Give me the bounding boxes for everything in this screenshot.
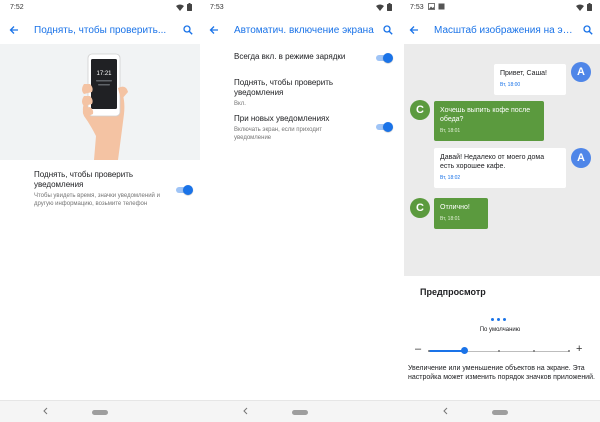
navigation-bar [400,400,600,422]
avatar: A [571,62,591,82]
message-bubble: Отлично! Вт, 18:01 [434,198,488,229]
setting-title: Поднять, чтобы проверить уведомления [234,78,334,97]
setting-subtitle: Включать экран, если приходит уведомлени… [234,127,322,141]
status-bar: 7:53 [400,0,600,16]
display-size-description: Увеличение или уменьшение объектов на эк… [408,365,595,381]
page-indicator [491,318,506,321]
search-icon [383,25,393,35]
back-button[interactable] [200,25,228,35]
preview-heading: Предпросмотр [420,287,486,297]
page-title: Масштаб изображения на экране [434,24,576,36]
message-text: Привет, Саша! [500,70,547,77]
screen-auto-wake: 7:53 Автоматич. включение экрана Всегда … [200,0,400,422]
arrow-left-icon [209,26,218,34]
arrow-left-icon [9,26,18,34]
illustration-clock: 17:21 [96,71,112,77]
page-title: Поднять, чтобы проверить... [34,24,167,36]
lift-to-check-setting[interactable]: Поднять, чтобы проверить уведомления Что… [34,170,164,208]
increase-size-button[interactable]: + [576,343,582,355]
chevron-left-icon[interactable] [42,407,48,415]
slider-tick [498,350,500,352]
battery-icon [387,3,392,11]
wifi-icon [376,4,384,11]
chat-preview: Привет, Саша! Вт, 18:00 A C Хочешь выпит… [404,44,600,276]
message-bubble: Хочешь выпить кофе после обеда? Вт, 18:0… [434,101,544,141]
chevron-left-icon[interactable] [242,407,248,415]
hand-holding-phone-illustration: 17:21 [82,53,128,160]
avatar: C [410,100,430,120]
slider-tick [428,350,430,352]
message-bubble: Привет, Саша! Вт, 18:00 [494,64,566,95]
app-bar: Масштаб изображения на экране [400,16,600,44]
search-button[interactable] [376,25,400,35]
message-meta: Вт, 18:00 [500,82,521,88]
setting-title: Всегда вкл. в режиме зарядки [234,52,346,61]
message-text: Отлично! [440,204,470,211]
search-button[interactable] [576,25,600,35]
back-button[interactable] [400,25,428,35]
app-bar: Поднять, чтобы проверить... [0,16,200,44]
lift-to-check-setting[interactable]: Поднять, чтобы проверить уведомления Вкл… [234,78,374,108]
slider-thumb[interactable] [460,347,468,354]
back-button[interactable] [0,25,28,35]
battery-icon [187,3,192,11]
lift-illustration: 17:21 [0,44,200,160]
home-pill-icon[interactable] [292,410,308,415]
message-text: Хочешь выпить кофе после обеда? [440,107,531,123]
setting-title: При новых уведомлениях [234,114,330,123]
scale-label: По умолчанию [479,327,521,333]
message-meta: Вт, 18:01 [440,128,461,134]
battery-icon [587,3,592,11]
page-title: Автоматич. включение экрана [234,24,374,36]
setting-subtitle: Чтобы увидеть время, значки уведомлений … [34,193,160,207]
setting-subtitle: Вкл. [234,101,246,107]
app-bar: Автоматич. включение экрана [200,16,400,44]
new-notifications-toggle[interactable] [376,122,393,132]
screenshot-notification-icon [438,3,445,10]
navigation-bar [0,400,200,422]
home-pill-icon[interactable] [492,410,508,415]
display-size-slider[interactable] [428,347,570,354]
message-bubble: Давай! Недалеко от моего дома есть хорош… [434,148,566,188]
message-meta: Вт, 18:02 [440,175,461,181]
avatar: A [571,148,591,168]
always-on-charging-setting[interactable]: Всегда вкл. в режиме зарядки [234,52,374,62]
wifi-icon [576,4,584,11]
status-bar: 7:53 [200,0,400,16]
navigation-bar [200,400,400,422]
chevron-left-icon[interactable] [442,407,448,415]
decrease-size-button[interactable]: – [415,343,421,355]
status-time: 7:53 [410,4,424,11]
status-time: 7:53 [210,4,224,11]
slider-tick [568,350,570,352]
image-notification-icon [428,3,435,10]
search-button[interactable] [176,25,200,35]
arrow-left-icon [409,26,418,34]
status-bar: 7:52 [0,0,200,16]
slider-tick [533,350,535,352]
search-icon [583,25,593,35]
setting-title: Поднять, чтобы проверить уведомления [34,170,134,189]
home-pill-icon[interactable] [92,410,108,415]
screen-display-size: 7:53 Масштаб изображения на экране Приве… [400,0,600,422]
screen-lift-to-check: 7:52 Поднять, чтобы проверить... 17:21 П… [0,0,200,422]
wifi-icon [176,4,184,11]
status-time: 7:52 [10,4,24,11]
message-text: Давай! Недалеко от моего дома есть хорош… [440,154,545,170]
lift-to-check-toggle[interactable] [176,185,193,195]
message-meta: Вт, 18:01 [440,216,461,222]
avatar: C [410,198,430,218]
new-notifications-setting[interactable]: При новых уведомлениях Включать экран, е… [234,114,374,142]
search-icon [183,25,193,35]
always-on-charging-toggle[interactable] [376,53,393,63]
